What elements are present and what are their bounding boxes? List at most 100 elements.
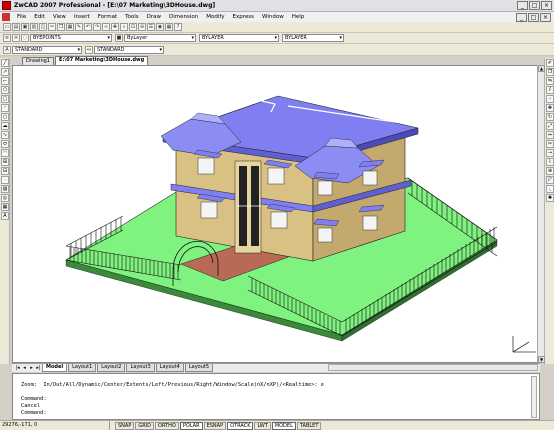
horizontal-scrollbar[interactable] (328, 364, 538, 371)
dim-style-icon[interactable]: ↔ (85, 45, 93, 54)
line-icon[interactable]: ╱ (1, 59, 9, 67)
ray-icon[interactable]: ↗ (1, 68, 9, 76)
copy-object-icon[interactable]: ❐ (546, 68, 554, 76)
redo-icon[interactable]: ↷ (93, 23, 101, 31)
menu-modify[interactable]: Modify (202, 14, 228, 20)
mirror-icon[interactable]: ⇋ (546, 77, 554, 85)
tool-palette-icon[interactable]: ▦ (165, 23, 173, 31)
menu-draw[interactable]: Draw (143, 14, 165, 20)
zoom-realtime-icon[interactable]: ⌕ (120, 23, 128, 31)
tab-layout4[interactable]: Layout4 (155, 364, 184, 372)
ellipse-icon[interactable]: ⬭ (1, 140, 9, 148)
scale-icon[interactable]: ⤢ (546, 122, 554, 130)
erase-icon[interactable]: ✐ (546, 59, 554, 67)
region-icon[interactable]: ◎ (1, 194, 9, 202)
close-button[interactable]: × (541, 1, 552, 10)
tab-prev-icon[interactable]: ◂ (21, 365, 28, 372)
trim-icon[interactable]: ✂ (546, 140, 554, 148)
tab-model[interactable]: Model (42, 364, 68, 372)
status-toggle-esnap[interactable]: ESNAP (203, 421, 227, 430)
text-style-icon[interactable]: A (3, 45, 11, 54)
tab-layout3[interactable]: Layout3 (126, 364, 155, 372)
properties-icon[interactable]: ☰ (147, 23, 155, 31)
zoom-previous-icon[interactable]: ⊖ (138, 23, 146, 31)
menu-window[interactable]: Window (258, 14, 288, 20)
polygon-icon[interactable]: ⬡ (1, 86, 9, 94)
menu-help[interactable]: Help (288, 14, 309, 20)
vertical-scrollbar[interactable]: ▲ ▼ (537, 65, 545, 363)
hyperlink-icon[interactable]: ∞ (102, 23, 110, 31)
menu-edit[interactable]: Edit (30, 14, 49, 20)
explode-icon[interactable]: ✺ (546, 194, 554, 202)
tab-layout2[interactable]: Layout2 (97, 364, 126, 372)
array-icon[interactable]: ⁘ (546, 95, 554, 103)
tab-next-icon[interactable]: ▸ (28, 365, 35, 372)
command-window[interactable]: Zoom: In/Out/All/Dynamic/Center/Extents/… (12, 373, 540, 420)
undo-icon[interactable]: ↶ (84, 23, 92, 31)
menu-tools[interactable]: Tools (121, 14, 143, 20)
color-dropdown[interactable]: ByLayer (124, 34, 196, 42)
table-icon[interactable]: ▦ (1, 203, 9, 211)
maximize-button[interactable]: □ (529, 1, 540, 10)
help-icon[interactable]: ? (174, 23, 182, 31)
linetype-dropdown[interactable]: BYLAYER (199, 34, 279, 42)
status-toggle-otrack[interactable]: OTRACK (227, 421, 254, 430)
make-block-icon[interactable]: ⊟ (1, 167, 9, 175)
scroll-down-icon[interactable]: ▼ (538, 356, 545, 363)
rotate-icon[interactable]: ↻ (546, 113, 554, 121)
layer-dropdown[interactable]: BYEPOINTS (30, 34, 112, 42)
lineweight-dropdown[interactable]: BYLAYER (282, 34, 344, 42)
rectangle-icon[interactable]: □ (1, 95, 9, 103)
text-style-dropdown[interactable]: STANDARD (12, 45, 82, 54)
layer-lock-icon[interactable]: ◌ (21, 34, 29, 42)
match-properties-icon[interactable]: ✎ (75, 23, 83, 31)
tab-layout1[interactable]: Layout1 (68, 364, 97, 372)
menu-view[interactable]: View (49, 14, 70, 20)
status-toggle-tablet[interactable]: TABLET (296, 421, 322, 430)
join-icon[interactable]: ⊕ (546, 167, 554, 175)
layer-state-icon[interactable]: ☀ (12, 34, 20, 42)
print-icon[interactable]: ▥ (30, 23, 38, 31)
command-scrollbar[interactable] (531, 376, 537, 418)
status-toggle-ortho[interactable]: ORTHO (155, 421, 179, 430)
doc-minimize-button[interactable]: _ (516, 13, 527, 22)
offset-icon[interactable]: ⫽ (546, 86, 554, 94)
stretch-icon[interactable]: ⇔ (546, 131, 554, 139)
fillet-icon[interactable]: ◟ (546, 185, 554, 193)
status-toggle-polar[interactable]: POLAR (179, 421, 203, 430)
cut-icon[interactable]: ✂ (48, 23, 56, 31)
scroll-up-icon[interactable]: ▲ (538, 65, 545, 72)
preview-icon[interactable]: ◫ (39, 23, 47, 31)
menu-file[interactable]: File (13, 14, 30, 20)
doc-close-button[interactable]: × (540, 13, 551, 22)
arc-icon[interactable]: ◜ (1, 104, 9, 112)
copy-icon[interactable]: ❐ (57, 23, 65, 31)
chamfer-icon[interactable]: ◸ (546, 176, 554, 184)
ellipse-arc-icon[interactable]: ◠ (1, 149, 9, 157)
point-icon[interactable]: · (1, 176, 9, 184)
insert-block-icon[interactable]: ⊞ (1, 158, 9, 166)
minimize-button[interactable]: _ (517, 1, 528, 10)
doc-restore-button[interactable]: □ (528, 13, 539, 22)
menu-express[interactable]: Express (229, 14, 258, 20)
paste-icon[interactable]: ▦ (66, 23, 74, 31)
save-icon[interactable]: ▣ (21, 23, 29, 31)
status-toggle-grid[interactable]: GRID (135, 421, 155, 430)
status-toggle-lwt[interactable]: LWT (254, 421, 271, 430)
tab-drawing1[interactable]: Drawing1 (22, 57, 54, 65)
layer-manager-icon[interactable]: ≡ (3, 34, 11, 42)
circle-icon[interactable]: ○ (1, 113, 9, 121)
status-toggle-model[interactable]: MODEL (271, 421, 296, 430)
tab-last-icon[interactable]: ▸| (35, 365, 42, 372)
open-file-icon[interactable]: ▤ (12, 23, 20, 31)
mtext-icon[interactable]: A (1, 212, 9, 220)
menu-dimension[interactable]: Dimension (165, 14, 202, 20)
move-icon[interactable]: ✥ (546, 104, 554, 112)
pan-icon[interactable]: ✥ (111, 23, 119, 31)
color-icon[interactable]: ■ (115, 34, 123, 42)
status-toggle-snap[interactable]: SNAP (115, 421, 135, 430)
zoom-window-icon[interactable]: ⊡ (129, 23, 137, 31)
tab-layout5[interactable]: Layout5 (184, 364, 214, 372)
break-icon[interactable]: ⌇ (546, 158, 554, 166)
extend-icon[interactable]: → (546, 149, 554, 157)
